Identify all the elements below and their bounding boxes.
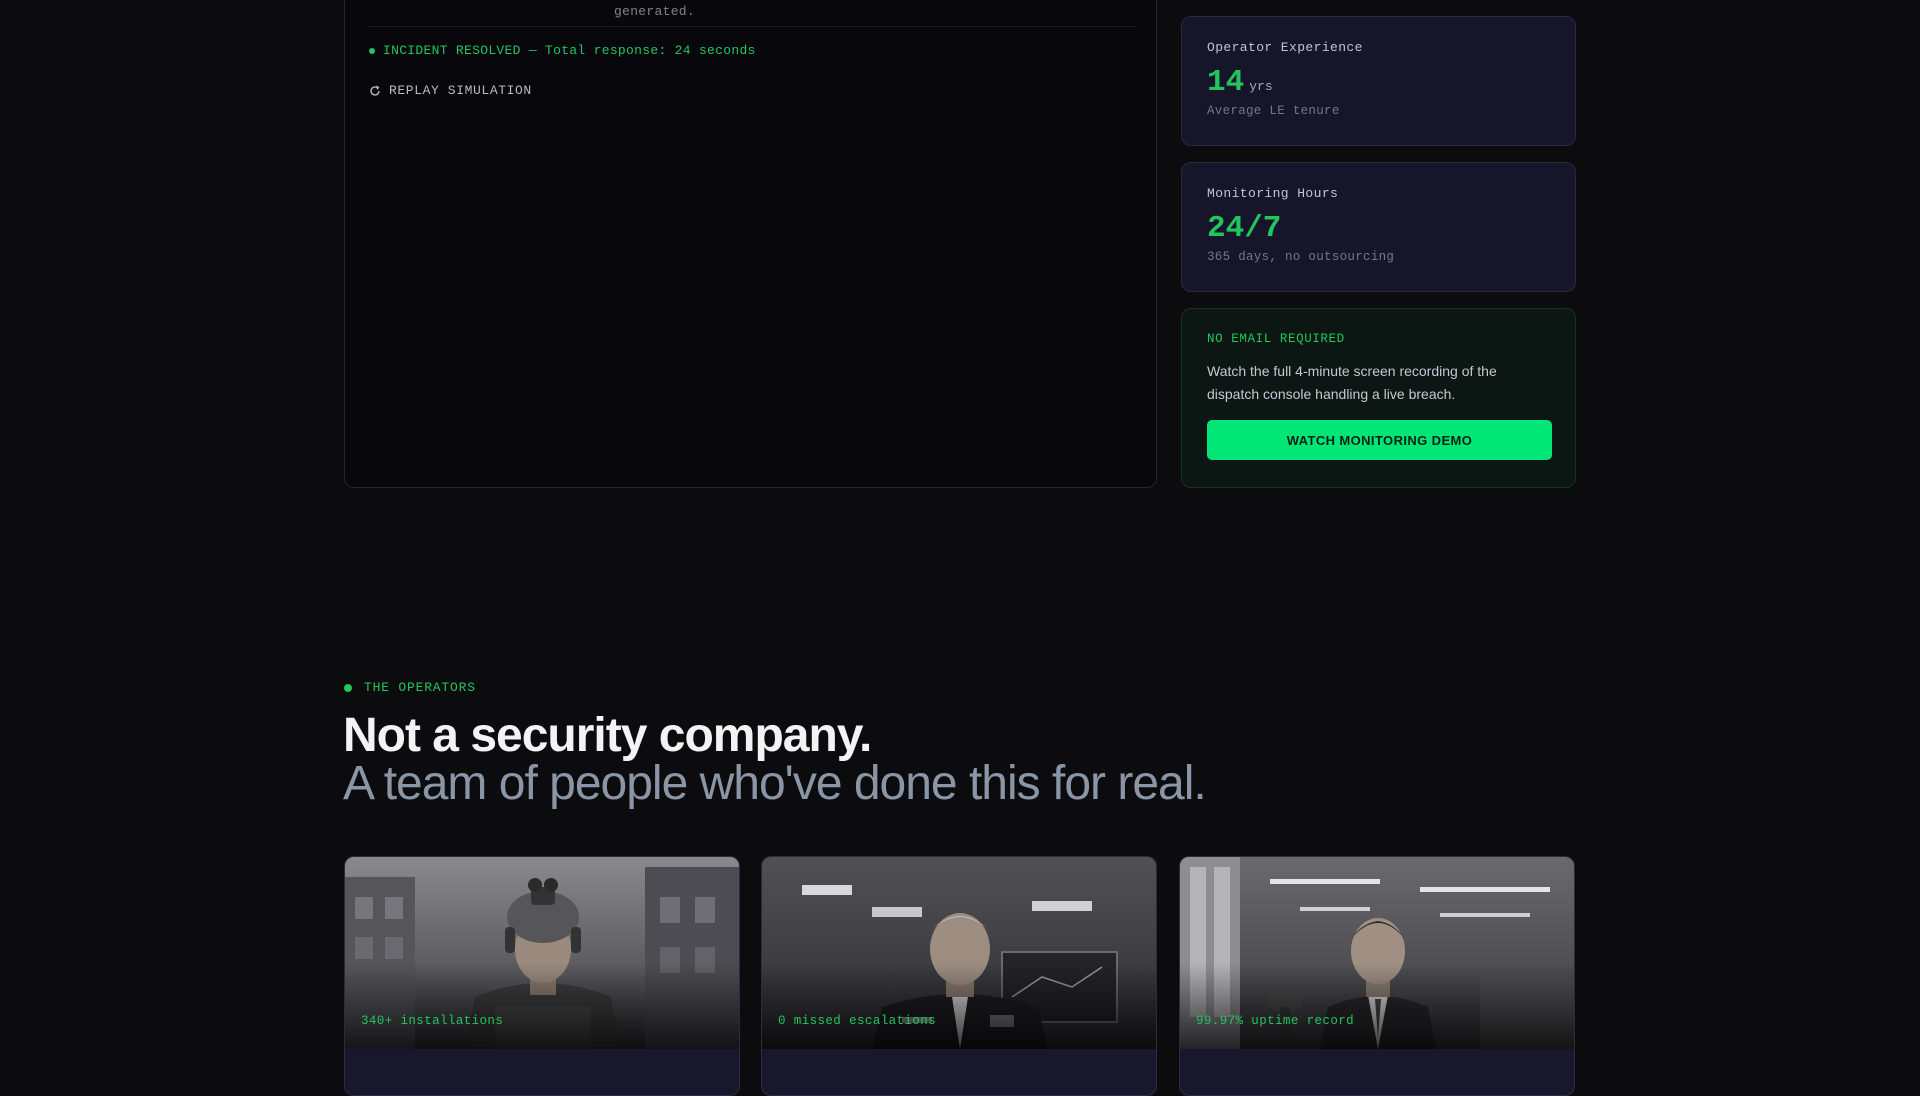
- monitoring-demo-card: NO EMAIL REQUIRED Watch the full 4-minut…: [1181, 308, 1576, 488]
- operator-photo-soldier: 340+ installations: [345, 857, 739, 1049]
- stat-subtext: 365 days, no outsourcing: [1207, 250, 1395, 264]
- section-subheadline: A team of people who've done this for re…: [343, 757, 1207, 810]
- terminal-divider: [367, 26, 1136, 27]
- stat-card-monitoring-hours: Monitoring Hours 24/7 365 days, no outso…: [1181, 162, 1576, 292]
- watch-monitoring-demo-button[interactable]: WATCH MONITORING DEMO: [1207, 420, 1552, 460]
- stat-card-operator-experience: Operator Experience 14 yrs Average LE te…: [1181, 16, 1576, 146]
- incident-resolved-text: INCIDENT RESOLVED — Total response: 24 s…: [383, 43, 756, 58]
- status-dot-icon: [369, 47, 375, 54]
- stat-value: 14: [1207, 65, 1245, 100]
- stat-value: 24/7: [1207, 211, 1282, 246]
- stat-subtext: Average LE tenure: [1207, 104, 1340, 118]
- operator-card[interactable]: 99.97% uptime record: [1179, 856, 1575, 1096]
- operator-stat-caption: 0 missed escalations: [778, 1014, 937, 1028]
- incident-resolved-line: INCIDENT RESOLVED — Total response: 24 s…: [369, 43, 756, 58]
- stat-label: Monitoring Hours: [1207, 186, 1339, 201]
- section-dot-icon: [344, 683, 352, 692]
- operator-card[interactable]: 0 missed escalations: [761, 856, 1157, 1096]
- operator-photo-officer: 0 missed escalations: [762, 857, 1156, 1049]
- simulation-terminal: generated. INCIDENT RESOLVED — Total res…: [344, 0, 1157, 488]
- operator-stat-caption: 340+ installations: [361, 1014, 504, 1028]
- no-email-tag: NO EMAIL REQUIRED: [1207, 332, 1345, 346]
- operator-photo-businessman: 99.97% uptime record: [1180, 857, 1574, 1049]
- stat-label: Operator Experience: [1207, 40, 1363, 55]
- stat-unit: yrs: [1249, 79, 1273, 94]
- terminal-previous-line: generated.: [614, 4, 696, 19]
- replay-simulation-label: REPLAY SIMULATION: [389, 83, 532, 98]
- operator-card[interactable]: 340+ installations: [344, 856, 740, 1096]
- operator-stat-caption: 99.97% uptime record: [1196, 1014, 1355, 1028]
- replay-icon: [370, 85, 380, 96]
- section-tag-label: THE OPERATORS: [364, 680, 476, 695]
- demo-description: Watch the full 4-minute screen recording…: [1207, 363, 1497, 402]
- section-tag-operators: THE OPERATORS: [344, 680, 476, 695]
- replay-simulation-button[interactable]: REPLAY SIMULATION: [369, 83, 532, 98]
